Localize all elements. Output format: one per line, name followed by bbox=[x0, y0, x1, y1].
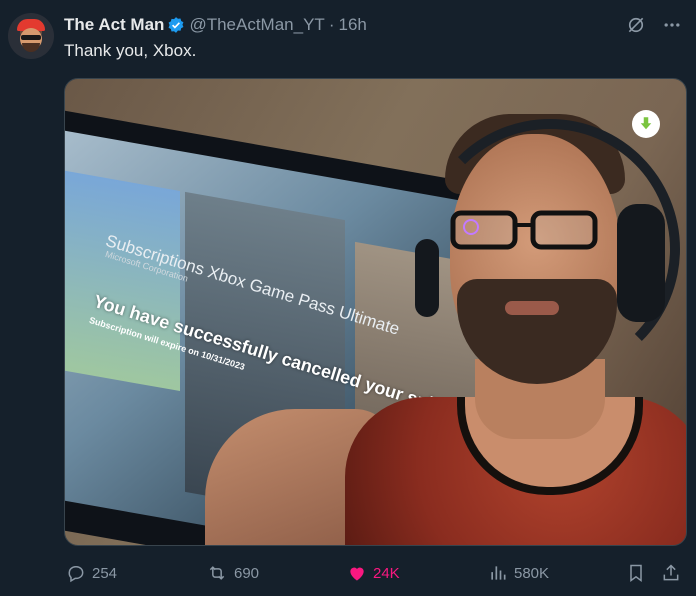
like-button[interactable]: 24K bbox=[347, 558, 400, 588]
tweet-timestamp[interactable]: 16h bbox=[338, 15, 366, 35]
bookmark-button[interactable] bbox=[626, 558, 652, 588]
headset-earcup bbox=[617, 204, 665, 322]
tweet-text: Thank you, Xbox. bbox=[64, 41, 197, 60]
tweet-header: The Act Man @TheActMan_YT · 16h bbox=[64, 14, 367, 36]
views-count: 580K bbox=[514, 564, 550, 582]
download-icon[interactable] bbox=[632, 110, 660, 138]
repost-count: 690 bbox=[234, 564, 260, 582]
like-icon bbox=[350, 567, 364, 581]
bookmark-icon bbox=[630, 564, 642, 582]
views-icon bbox=[491, 566, 506, 580]
tweet-photo[interactable]: Subscriptions Xbox Game Pass Ultimate Mi… bbox=[64, 78, 687, 546]
author-avatar[interactable] bbox=[8, 13, 54, 59]
tweet-top-actions bbox=[626, 15, 682, 35]
grok-icon[interactable] bbox=[626, 15, 646, 35]
reply-icon bbox=[68, 566, 84, 583]
reply-button[interactable]: 254 bbox=[66, 558, 117, 588]
like-count: 24K bbox=[373, 564, 400, 582]
repost-icon bbox=[209, 566, 225, 580]
headset-earcup-left bbox=[415, 239, 439, 317]
share-button[interactable] bbox=[661, 558, 687, 588]
more-icon[interactable] bbox=[662, 15, 682, 35]
separator-dot: · bbox=[328, 15, 335, 34]
reply-count: 254 bbox=[92, 564, 118, 582]
share-icon bbox=[663, 564, 679, 581]
author-handle[interactable]: @TheActMan_YT bbox=[189, 15, 324, 35]
tweet-actions: 254 690 24K 580K bbox=[64, 558, 685, 588]
views-button[interactable]: 580K bbox=[488, 558, 549, 588]
repost-button[interactable]: 690 bbox=[206, 558, 259, 588]
author-name[interactable]: The Act Man bbox=[64, 15, 164, 35]
verified-badge-icon bbox=[167, 16, 185, 34]
